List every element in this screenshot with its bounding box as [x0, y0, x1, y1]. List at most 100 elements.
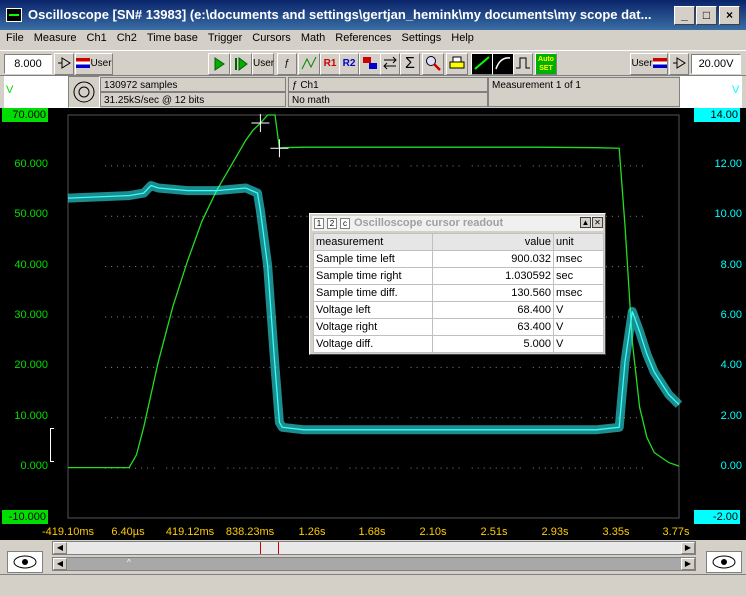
grid-dot — [233, 266, 235, 268]
ch1-coupling-icon[interactable] — [54, 53, 74, 75]
trigger-position-icon[interactable]: ^ — [127, 558, 131, 567]
scroll-right-arrow[interactable]: ▶ — [681, 542, 695, 554]
menu-references[interactable]: References — [329, 30, 395, 44]
ch2-coupling-icon[interactable] — [669, 53, 689, 75]
autoset-button[interactable]: Auto SET — [535, 53, 557, 75]
menu-settings[interactable]: Settings — [396, 30, 446, 44]
channel-source[interactable]: ƒ Ch1 — [288, 77, 488, 92]
menu-help[interactable]: Help — [445, 30, 478, 44]
ch1-offset-marker[interactable] — [50, 428, 54, 462]
menu-file[interactable]: File — [0, 30, 28, 44]
maximize-button[interactable]: □ — [696, 6, 717, 25]
persistence-icon[interactable] — [492, 53, 514, 75]
zoom-icon[interactable] — [422, 53, 444, 75]
ch1-visibility-button[interactable] — [7, 551, 43, 573]
cursor-left-marker[interactable] — [260, 542, 261, 554]
grid-dot — [172, 467, 174, 469]
grid-dot — [513, 366, 515, 368]
grid-dot — [355, 467, 357, 469]
grid-dot — [135, 316, 137, 318]
display-mode-icon[interactable] — [471, 53, 493, 75]
single-shot-button[interactable] — [230, 53, 252, 75]
col-header-value[interactable]: value — [432, 233, 554, 251]
sum-icon[interactable]: Σ — [400, 53, 420, 75]
grid-dot — [330, 417, 332, 419]
grid-dot — [635, 165, 637, 167]
ch1-user-button[interactable]: User — [75, 53, 113, 75]
readout-close-button[interactable]: ✕ — [592, 217, 603, 228]
math-status[interactable]: No math — [288, 92, 488, 107]
grid-dot — [288, 266, 290, 268]
col-header-unit[interactable]: unit — [553, 233, 604, 251]
col-header-measurement[interactable]: measurement — [313, 233, 433, 251]
app-icon[interactable] — [6, 8, 22, 22]
left-axis-max-field[interactable]: 70.000 — [2, 108, 48, 122]
readout-tab-2[interactable]: 2 — [327, 218, 337, 229]
record-scroll-left-arrow[interactable]: ◀ — [53, 558, 67, 570]
reference-r2-button[interactable]: R2 — [339, 53, 359, 75]
grid-dot — [556, 366, 558, 368]
record-scrollbar[interactable]: ◀ ^ ▶ — [52, 557, 696, 571]
menu-trigger[interactable]: Trigger — [202, 30, 246, 44]
menu-time-base[interactable]: Time base — [141, 30, 202, 44]
pulse-icon[interactable] — [513, 53, 533, 75]
grid-dot — [166, 366, 168, 368]
ch1-range-field[interactable]: 8.000 — [4, 54, 52, 74]
timebase-icon[interactable] — [298, 53, 320, 75]
cursor-readout-window[interactable]: 1 2 c Oscilloscope cursor readout ▲ ✕ me… — [309, 213, 606, 355]
grid-dot — [532, 467, 534, 469]
grid-dot — [263, 165, 265, 167]
time-scrollbar[interactable]: ◀ ▶ — [52, 541, 696, 555]
grid-dot — [397, 467, 399, 469]
grid-dot — [178, 417, 180, 419]
grid-dot — [227, 165, 229, 167]
grid-dot — [611, 417, 613, 419]
menu-math[interactable]: Math — [295, 30, 329, 44]
scope-status-button[interactable] — [68, 76, 100, 108]
grid-dot — [141, 165, 143, 167]
menu-measure[interactable]: Measure — [28, 30, 81, 44]
grid-dot — [544, 366, 546, 368]
reference-swap-icon[interactable] — [380, 53, 400, 75]
menu-ch2[interactable]: Ch2 — [111, 30, 141, 44]
ch2-visibility-button[interactable] — [706, 551, 742, 573]
right-axis-max-field[interactable]: 14.00 — [694, 108, 740, 122]
readout-title-bar[interactable]: 1 2 c Oscilloscope cursor readout ▲ ✕ — [312, 216, 603, 231]
grid-dot — [239, 215, 241, 217]
grid-dot — [580, 165, 582, 167]
grid-dot — [635, 266, 637, 268]
grid-dot — [562, 417, 564, 419]
print-icon[interactable] — [446, 53, 468, 75]
readout-tab-1[interactable]: 1 — [314, 218, 324, 229]
cursor-right-marker[interactable] — [278, 542, 279, 554]
trigger-user-button[interactable]: User — [252, 53, 274, 75]
minimize-button[interactable]: _ — [674, 6, 695, 25]
ch2-range-field[interactable]: 20.00V — [691, 54, 741, 74]
grid-dot — [361, 366, 363, 368]
readout-collapse-button[interactable]: ▲ — [580, 217, 591, 228]
grid-dot — [111, 165, 113, 167]
grid-dot — [538, 366, 540, 368]
run-button[interactable] — [208, 53, 230, 75]
cursor-right-crosshair[interactable] — [270, 139, 289, 158]
close-button[interactable]: × — [719, 6, 740, 25]
right-axis-min-field[interactable]: -2.00 — [694, 510, 740, 524]
trigger-edge-icon[interactable]: ƒ — [277, 53, 297, 75]
table-row: Sample time right 1.030592 sec — [313, 267, 604, 285]
ch2-user-button[interactable]: User — [630, 53, 668, 75]
reference-r1-button[interactable]: R1 — [320, 53, 340, 75]
grid-dot — [550, 467, 552, 469]
grid-dot — [483, 467, 485, 469]
grid-dot — [330, 467, 332, 469]
menu-cursors[interactable]: Cursors — [246, 30, 295, 44]
grid-dot — [300, 316, 302, 318]
grid-dot — [391, 467, 393, 469]
record-scroll-right-arrow[interactable]: ▶ — [681, 558, 695, 570]
reference-copy-icon[interactable] — [359, 53, 381, 75]
readout-tab-c[interactable]: c — [340, 218, 350, 229]
title-bar[interactable]: Oscilloscope [SN# 13983] (e:\documents a… — [0, 0, 746, 30]
scroll-left-arrow[interactable]: ◀ — [53, 542, 67, 554]
left-axis-min-field[interactable]: -10.000 — [2, 510, 48, 524]
menu-ch1[interactable]: Ch1 — [81, 30, 111, 44]
grid-dot — [385, 417, 387, 419]
